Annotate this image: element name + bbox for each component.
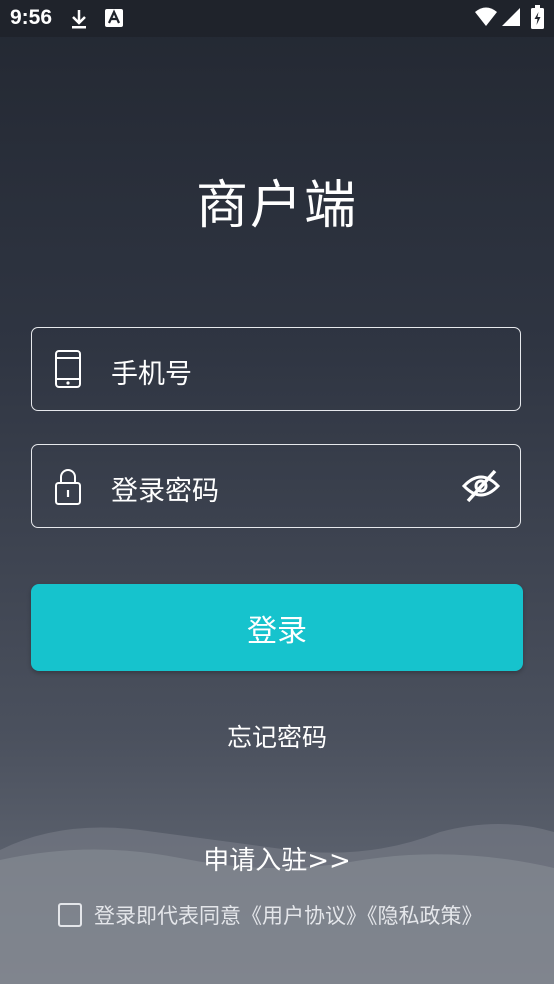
forgot-password-link[interactable]: 忘记密码: [0, 718, 554, 754]
apply-link[interactable]: 申请入驻>>: [0, 840, 554, 877]
phone-input[interactable]: 手机号: [111, 352, 192, 391]
agreement-text[interactable]: 登录即代表同意《用户协议》《隐私政策》: [94, 900, 483, 930]
wifi-icon: [475, 7, 497, 26]
password-input[interactable]: 登录密码: [111, 469, 219, 508]
app-title: 商户端: [195, 176, 358, 236]
download-icon: [72, 10, 86, 29]
agreement-row: 登录即代表同意《用户协议》《隐私政策》: [58, 900, 483, 930]
password-field[interactable]: 登录密码: [31, 444, 521, 528]
status-time: 9:56: [10, 6, 53, 29]
signal-icon: [502, 8, 520, 26]
phone-field[interactable]: 手机号: [31, 327, 521, 411]
lock-icon: [55, 469, 81, 505]
login-button[interactable]: 登录: [31, 584, 523, 671]
eye-off-icon[interactable]: [462, 469, 500, 503]
phone-icon: [55, 350, 81, 388]
battery-icon: [531, 5, 544, 29]
a-notification-icon: [105, 9, 123, 27]
agreement-checkbox[interactable]: [58, 903, 82, 927]
status-bar: 9:56: [0, 0, 554, 37]
